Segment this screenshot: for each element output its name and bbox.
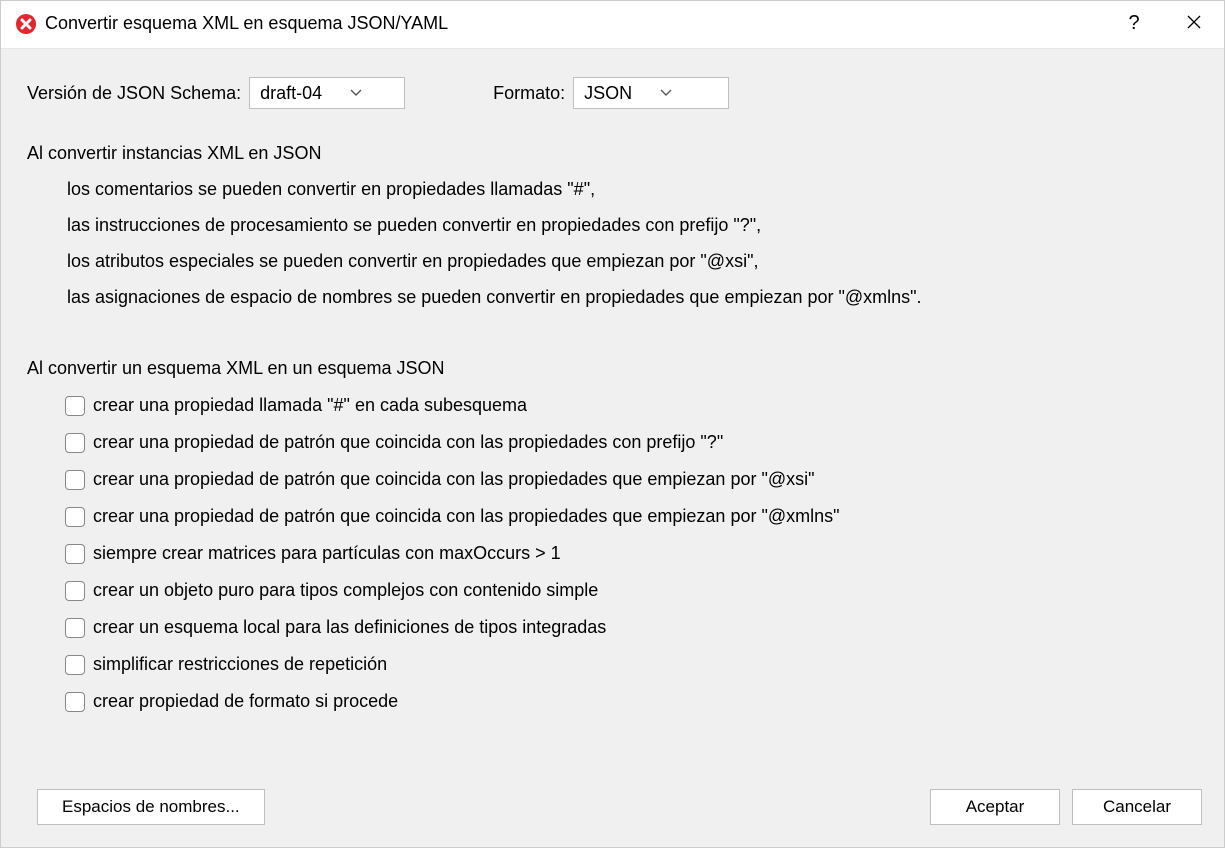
app-icon <box>15 13 37 35</box>
chevron-down-icon <box>350 86 362 100</box>
dialog-window: Convertir esquema XML en esquema JSON/YA… <box>0 0 1225 848</box>
checkbox[interactable] <box>65 692 85 712</box>
cancel-button[interactable]: Cancelar <box>1072 789 1202 825</box>
ok-button[interactable]: Aceptar <box>930 789 1060 825</box>
checkbox[interactable] <box>65 581 85 601</box>
checkbox-label[interactable]: simplificar restricciones de repetición <box>93 654 387 675</box>
version-label: Versión de JSON Schema: <box>27 83 241 104</box>
help-icon: ? <box>1128 12 1139 35</box>
checkbox-label[interactable]: crear una propiedad de patrón que coinci… <box>93 469 815 490</box>
checkbox-label[interactable]: crear una propiedad de patrón que coinci… <box>93 432 723 453</box>
option-arrays-maxoccurs: siempre crear matrices para partículas c… <box>65 543 1202 564</box>
version-value: draft-04 <box>260 83 322 104</box>
checkbox-label[interactable]: siempre crear matrices para partículas c… <box>93 543 561 564</box>
format-label: Formato: <box>493 83 565 104</box>
checkbox[interactable] <box>65 544 85 564</box>
checkbox[interactable] <box>65 507 85 527</box>
checkbox[interactable] <box>65 470 85 490</box>
checkbox-label[interactable]: crear un esquema local para las definici… <box>93 617 606 638</box>
info-line: las instrucciones de procesamiento se pu… <box>67 216 1202 234</box>
dialog-content: Versión de JSON Schema: draft-04 Formato… <box>1 49 1224 789</box>
option-question-pattern: crear una propiedad de patrón que coinci… <box>65 432 1202 453</box>
titlebar: Convertir esquema XML en esquema JSON/YA… <box>1 1 1224 49</box>
section1-heading: Al convertir instancias XML en JSON <box>27 143 1202 164</box>
option-local-schema: crear un esquema local para las definici… <box>65 617 1202 638</box>
section2-heading: Al convertir un esquema XML en un esquem… <box>27 358 1202 379</box>
close-button[interactable] <box>1174 8 1214 40</box>
checkbox-label[interactable]: crear una propiedad de patrón que coinci… <box>93 506 840 527</box>
info-line: los atributos especiales se pueden conve… <box>67 252 1202 270</box>
help-button[interactable]: ? <box>1114 8 1154 40</box>
chevron-down-icon <box>660 86 672 100</box>
info-line: los comentarios se pueden convertir en p… <box>67 180 1202 198</box>
checkbox-list: crear una propiedad llamada "#" en cada … <box>65 395 1202 728</box>
namespaces-button[interactable]: Espacios de nombres... <box>37 789 265 825</box>
top-row: Versión de JSON Schema: draft-04 Formato… <box>27 77 1202 109</box>
checkbox-label[interactable]: crear una propiedad llamada "#" en cada … <box>93 395 527 416</box>
option-simplify-repetition: simplificar restricciones de repetición <box>65 654 1202 675</box>
version-select[interactable]: draft-04 <box>249 77 405 109</box>
format-value: JSON <box>584 83 632 104</box>
checkbox-label[interactable]: crear propiedad de formato si procede <box>93 691 398 712</box>
checkbox[interactable] <box>65 618 85 638</box>
checkbox[interactable] <box>65 433 85 453</box>
close-icon <box>1187 12 1201 35</box>
option-format-property: crear propiedad de formato si procede <box>65 691 1202 712</box>
option-xsi-pattern: crear una propiedad de patrón que coinci… <box>65 469 1202 490</box>
option-hash-property: crear una propiedad llamada "#" en cada … <box>65 395 1202 416</box>
checkbox-label[interactable]: crear un objeto puro para tipos complejo… <box>93 580 598 601</box>
info-line: las asignaciones de espacio de nombres s… <box>67 288 1202 306</box>
dialog-title: Convertir esquema XML en esquema JSON/YA… <box>45 13 1114 34</box>
option-pure-object: crear un objeto puro para tipos complejo… <box>65 580 1202 601</box>
option-xmlns-pattern: crear una propiedad de patrón que coinci… <box>65 506 1202 527</box>
checkbox[interactable] <box>65 655 85 675</box>
dialog-footer: Espacios de nombres... Aceptar Cancelar <box>1 789 1224 847</box>
section1-lines: los comentarios se pueden convertir en p… <box>67 180 1202 324</box>
format-select[interactable]: JSON <box>573 77 729 109</box>
checkbox[interactable] <box>65 396 85 416</box>
